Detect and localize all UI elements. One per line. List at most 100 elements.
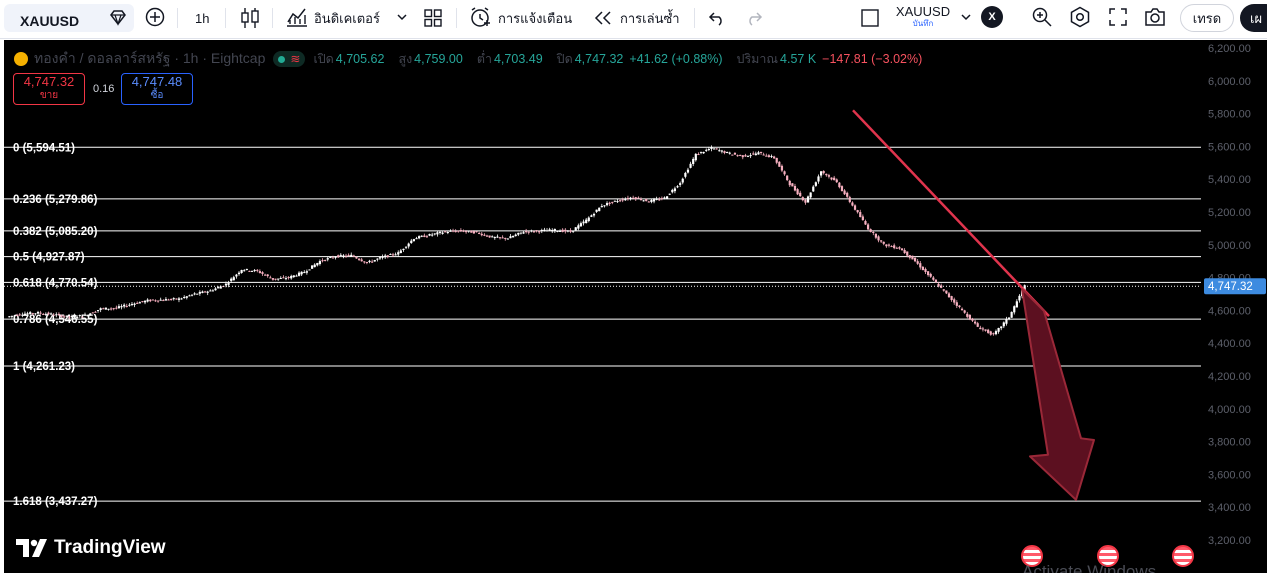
candle-body: [245, 268, 248, 270]
candle-body: [164, 299, 168, 301]
drawings[interactable]: [852, 109, 1095, 501]
separator: [177, 8, 178, 28]
layout-grid-icon[interactable]: [423, 8, 443, 28]
candle-body: [420, 235, 423, 237]
candle-body: [843, 190, 846, 195]
candle-body: [334, 256, 337, 258]
candle-body: [804, 199, 807, 203]
candle-body: [488, 235, 491, 238]
candle-body: [686, 169, 690, 173]
current-price-label: 4,747.32: [1208, 281, 1253, 293]
candle-body: [741, 155, 744, 158]
candle-body: [942, 289, 945, 291]
windows-activation-watermark: Activate Windows: [1022, 562, 1157, 573]
candle-body: [91, 312, 94, 314]
candle-body: [282, 277, 285, 279]
camera-icon[interactable]: [1144, 7, 1166, 27]
candle-body: [496, 236, 499, 238]
replay-icon[interactable]: [594, 10, 612, 26]
candle-body: [971, 318, 974, 321]
candle-body: [156, 300, 160, 302]
candle-body: [261, 272, 264, 274]
chevron-down-icon[interactable]: [960, 12, 972, 22]
publish-button[interactable]: เผ: [1240, 4, 1267, 32]
candle-body: [770, 156, 773, 158]
chevron-down-icon[interactable]: [396, 12, 408, 22]
candle-body: [418, 236, 421, 239]
candle-body: [819, 171, 823, 176]
candle-body: [266, 274, 269, 277]
alarm-clock-icon[interactable]: [469, 6, 491, 28]
candle-body: [718, 150, 721, 152]
candle-body: [303, 272, 306, 274]
candle-body: [702, 151, 705, 154]
alerts-button[interactable]: การแจ้งเตือน: [498, 0, 572, 36]
us-event-flag-icon[interactable]: [1172, 545, 1194, 567]
candle-body: [162, 300, 165, 302]
symbol-search-box[interactable]: XAUUSD: [4, 4, 134, 32]
candle-body: [454, 231, 457, 233]
candle-body: [710, 147, 713, 150]
candle-body: [968, 314, 971, 320]
replay-button[interactable]: การเล่นซ้ำ: [620, 0, 680, 36]
fib-level-label: 0.382 (5,085.20): [13, 226, 98, 238]
candle-body: [877, 236, 880, 241]
price-chart[interactable]: 0 (5,594.51) 0.236 (5,279.86) 0.382 (5,085…: [4, 40, 1267, 573]
candle-body: [994, 331, 998, 335]
chart-legend: ทองคำ / ดอลลาร์สหรัฐ · 1h · Eightcap ≋ เ…: [14, 48, 922, 70]
trade-button[interactable]: เทรด: [1180, 4, 1234, 32]
indicators-icon[interactable]: [286, 7, 308, 27]
add-symbol-icon[interactable]: [145, 7, 165, 27]
compare-square-icon[interactable]: [860, 8, 880, 28]
undo-icon[interactable]: [708, 10, 726, 26]
fullscreen-icon[interactable]: [1108, 7, 1128, 27]
compare-symbol-block[interactable]: XAUUSD บันทึก: [890, 4, 956, 32]
candle-body: [684, 172, 687, 177]
redo-icon[interactable]: [745, 10, 763, 26]
chart-pane[interactable]: 0 (5,594.51) 0.236 (5,279.86) 0.382 (5,085…: [4, 40, 1267, 573]
candle-body: [608, 202, 611, 204]
candle-body: [976, 323, 979, 327]
compare-close-button[interactable]: X: [981, 6, 1003, 28]
magnifier-plus-icon[interactable]: [1031, 6, 1053, 28]
candle-body: [193, 293, 196, 295]
candles-icon[interactable]: [240, 7, 260, 29]
candle-body: [705, 149, 708, 151]
candle-body: [838, 182, 841, 188]
candle-body: [63, 316, 66, 318]
legend-title: ทองคำ / ดอลลาร์สหรัฐ · 1h · Eightcap: [34, 50, 266, 66]
candle-body: [903, 249, 906, 254]
settings-hexagon-icon[interactable]: [1069, 6, 1091, 28]
candle-body: [564, 229, 567, 232]
candle-body: [712, 148, 716, 150]
candle-body: [947, 293, 951, 298]
candle-body: [308, 269, 311, 271]
interval-button[interactable]: 1h: [195, 0, 209, 36]
sell-button[interactable]: 4,747.32 ขาย: [13, 73, 85, 105]
candle-body: [329, 257, 332, 259]
candle-body: [817, 176, 820, 182]
candle-body: [754, 153, 757, 156]
fib-retracement[interactable]: 0 (5,594.51) 0.236 (5,279.86) 0.382 (5,085…: [4, 142, 1201, 508]
candle-body: [869, 229, 872, 232]
market-status-badge[interactable]: ≋: [273, 51, 306, 67]
candle-body: [895, 247, 898, 249]
candle-body: [472, 231, 476, 234]
buy-button[interactable]: 4,747.48 ซื้อ: [121, 73, 193, 105]
candle-body: [1000, 326, 1003, 329]
indicators-button[interactable]: อินดิเคเตอร์: [314, 0, 380, 36]
candle-body: [919, 263, 922, 268]
downtrend-line: [852, 109, 1050, 318]
price-axis-tick-label: 5,000.00: [1208, 240, 1251, 252]
candle-body: [626, 197, 630, 200]
candle-body: [138, 302, 141, 304]
candle-body: [141, 301, 144, 303]
diamond-icon[interactable]: [109, 10, 127, 26]
candle-body: [104, 307, 107, 310]
tradingview-logo[interactable]: TradingView: [16, 537, 166, 559]
candle-body: [809, 192, 812, 198]
interval-label: 1h: [195, 10, 210, 26]
candle-body: [337, 255, 340, 258]
candle-body: [749, 155, 752, 157]
candle-body: [934, 279, 938, 283]
